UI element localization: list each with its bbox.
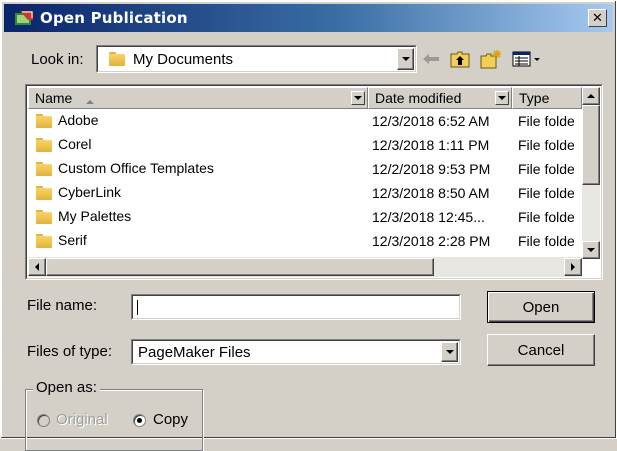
column-header-name-label: Name	[35, 90, 73, 106]
vertical-scrollbar[interactable]	[582, 87, 600, 259]
column-header-type-label: Type	[519, 90, 550, 106]
horizontal-scrollbar[interactable]	[28, 257, 582, 277]
column-header-name[interactable]: Name	[28, 87, 368, 109]
folder-icon	[36, 114, 52, 129]
radio-copy[interactable]	[133, 414, 146, 427]
column-date-dropdown[interactable]	[495, 91, 509, 105]
close-button[interactable]: ✕	[588, 9, 607, 27]
pagemaker-app-icon	[15, 11, 33, 25]
file-date: 12/2/2018 9:53 PM	[372, 161, 491, 177]
folder-icon	[109, 52, 125, 68]
file-name: Serif	[58, 232, 87, 248]
title-bar[interactable]: Open Publication ✕	[4, 4, 613, 32]
radio-original[interactable]	[37, 414, 50, 427]
file-name-label: File name:	[27, 297, 98, 314]
file-type: File folde	[518, 161, 575, 177]
files-of-type-dropdown[interactable]: PageMaker Files	[131, 339, 461, 365]
view-menu-icon	[512, 51, 540, 67]
file-name: Adobe	[58, 112, 99, 128]
list-item[interactable]: CyberLink 12/3/2018 8:50 AM File folde	[28, 181, 582, 205]
radio-copy-label: Copy	[153, 411, 189, 428]
scroll-down-button[interactable]	[582, 241, 600, 259]
files-of-type-value: PageMaker Files	[138, 344, 251, 361]
cancel-button[interactable]: Cancel	[487, 334, 595, 366]
window-title: Open Publication	[40, 9, 188, 27]
radio-selected-dot	[137, 418, 142, 423]
create-new-folder-button[interactable]	[479, 47, 503, 71]
file-name-input[interactable]	[131, 294, 461, 320]
scroll-up-button[interactable]	[582, 87, 600, 105]
folder-icon	[36, 162, 52, 177]
folder-icon	[36, 210, 52, 225]
file-name: My Palettes	[58, 208, 132, 224]
scroll-right-button[interactable]	[564, 258, 582, 276]
column-name-dropdown[interactable]	[351, 91, 365, 105]
file-type: File folde	[518, 209, 575, 225]
file-type: File folde	[518, 233, 575, 249]
column-header-date-modified[interactable]: Date modified	[368, 87, 512, 109]
file-type: File folde	[518, 113, 575, 129]
up-one-level-button[interactable]	[448, 47, 472, 71]
open-button[interactable]: Open	[487, 291, 595, 323]
chevron-down-icon	[401, 57, 410, 61]
file-name: Corel	[58, 136, 92, 152]
column-header-type[interactable]: Type	[512, 87, 582, 109]
file-date: 12/3/2018 1:11 PM	[372, 137, 490, 153]
horizontal-scroll-thumb[interactable]	[46, 258, 434, 276]
folder-icon	[36, 138, 52, 153]
back-button[interactable]	[419, 47, 443, 71]
up-one-level-icon	[450, 51, 470, 68]
look-in-value: My Documents	[133, 51, 234, 68]
chevron-down-icon	[354, 96, 362, 100]
file-date: 12/3/2018 2:28 PM	[372, 233, 491, 249]
chevron-down-icon	[498, 96, 506, 100]
radio-original-label: Original	[56, 411, 108, 428]
file-date: 12/3/2018 8:50 AM	[372, 185, 490, 201]
folder-icon	[36, 234, 52, 249]
list-item[interactable]: Corel 12/3/2018 1:11 PM File folde	[28, 133, 582, 157]
list-item[interactable]: Adobe 12/3/2018 6:52 AM File folde	[28, 109, 582, 133]
open-as-label: Open as:	[33, 379, 100, 396]
vertical-scroll-thumb[interactable]	[582, 105, 600, 185]
list-item[interactable]: My Palettes 12/3/2018 12:45... File fold…	[28, 205, 582, 229]
cancel-button-label: Cancel	[517, 341, 565, 359]
sort-ascending-icon	[86, 89, 95, 108]
file-name: CyberLink	[58, 184, 122, 200]
look-in-dropdown-button[interactable]	[397, 48, 414, 70]
file-name: Custom Office Templates	[58, 160, 214, 176]
file-list[interactable]: Name Date modified Type Adobe 12/3/2018 …	[25, 84, 603, 280]
list-item[interactable]: Serif 12/3/2018 2:28 PM File folde	[28, 229, 582, 253]
folder-icon	[36, 186, 52, 201]
close-icon: ✕	[592, 10, 603, 26]
chevron-right-icon	[571, 263, 575, 271]
column-header-date-label: Date modified	[375, 90, 462, 106]
text-caret	[137, 300, 138, 315]
file-type: File folde	[518, 185, 575, 201]
chevron-down-icon	[587, 248, 595, 252]
file-type: File folde	[518, 137, 575, 153]
chevron-up-icon	[587, 94, 595, 98]
list-item[interactable]: Custom Office Templates 12/2/2018 9:53 P…	[28, 157, 582, 181]
chevron-left-icon	[35, 263, 39, 271]
open-publication-dialog: Open Publication ✕ Look in: My Documents	[0, 0, 617, 451]
scroll-left-button[interactable]	[28, 258, 46, 276]
look-in-label: Look in:	[31, 51, 84, 68]
file-date: 12/3/2018 12:45...	[372, 209, 485, 225]
look-in-dropdown[interactable]: My Documents	[96, 45, 417, 73]
create-new-folder-icon	[480, 50, 501, 69]
file-date: 12/3/2018 6:52 AM	[372, 113, 490, 129]
view-menu-button[interactable]	[511, 47, 543, 71]
files-of-type-dropdown-button[interactable]	[441, 342, 458, 362]
file-rows: Adobe 12/3/2018 6:52 AM File folde Corel…	[28, 109, 582, 257]
open-button-label: Open	[522, 298, 560, 316]
back-arrow-icon	[423, 54, 439, 64]
files-of-type-label: Files of type:	[27, 343, 113, 360]
chevron-down-icon	[445, 350, 454, 354]
